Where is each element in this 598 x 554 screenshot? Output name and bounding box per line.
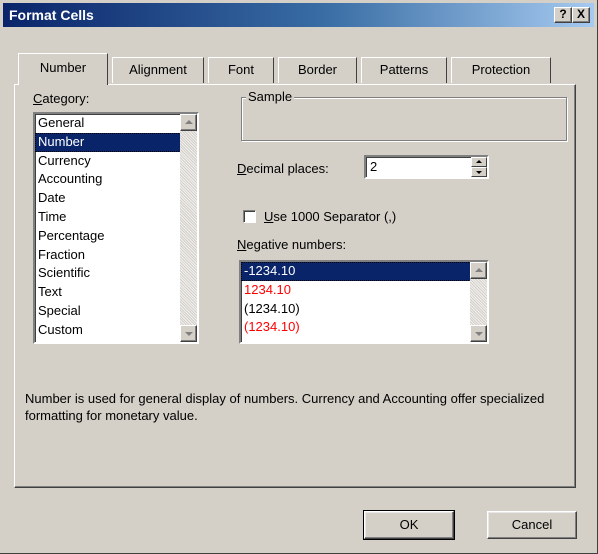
scroll-up-arrow-icon xyxy=(475,268,483,272)
category-item-number[interactable]: Number xyxy=(35,132,197,152)
dialog-title: Format Cells xyxy=(9,7,94,23)
category-label: Category: xyxy=(33,91,90,106)
tab-patterns[interactable]: Patterns xyxy=(361,57,447,83)
category-item-date[interactable]: Date xyxy=(35,189,197,208)
spin-up-arrow-icon xyxy=(476,160,482,163)
tab-border[interactable]: Border xyxy=(278,57,357,83)
number-tab-panel: Category: General Number Currency Accoun… xyxy=(14,84,576,488)
spin-down-button[interactable] xyxy=(471,167,487,177)
use-1000-separator-checkbox[interactable] xyxy=(243,210,256,223)
scroll-down-arrow-icon xyxy=(185,332,193,336)
category-item-scientific[interactable]: Scientific xyxy=(35,264,197,283)
tab-protection[interactable]: Protection xyxy=(451,57,551,83)
negative-numbers-scrollbar[interactable] xyxy=(470,262,487,342)
ok-button[interactable]: OK xyxy=(363,510,455,540)
category-scroll-down-button[interactable] xyxy=(180,325,197,342)
category-item-special[interactable]: Special xyxy=(35,302,197,321)
category-item-text[interactable]: Text xyxy=(35,283,197,302)
sample-groupbox: Sample xyxy=(241,89,567,141)
decimal-places-spinner[interactable]: 2 xyxy=(364,155,489,179)
tab-alignment[interactable]: Alignment xyxy=(112,57,204,83)
category-item-accounting[interactable]: Accounting xyxy=(35,170,197,189)
cancel-button[interactable]: Cancel xyxy=(487,511,577,539)
negative-item-minus[interactable]: -1234.10 xyxy=(241,262,487,281)
negative-scroll-up-button[interactable] xyxy=(470,262,487,279)
decimal-places-label: Decimal places: xyxy=(237,161,329,176)
decimal-places-value[interactable]: 2 xyxy=(370,159,377,174)
title-bar[interactable]: Format Cells ? X xyxy=(3,3,594,27)
scroll-down-arrow-icon xyxy=(475,332,483,336)
tab-number[interactable]: Number xyxy=(18,53,108,85)
category-item-general[interactable]: General xyxy=(35,114,197,133)
sample-title: Sample xyxy=(246,89,295,104)
negative-item-red[interactable]: 1234.10 xyxy=(241,281,487,300)
category-description: Number is used for general display of nu… xyxy=(25,391,545,423)
help-button[interactable]: ? xyxy=(554,7,572,23)
category-scrollbar[interactable] xyxy=(180,114,197,342)
use-1000-separator-label[interactable]: Use 1000 Separator (,) xyxy=(264,209,396,224)
category-item-fraction[interactable]: Fraction xyxy=(35,246,197,265)
category-items: General Number Currency Accounting Date … xyxy=(35,114,197,340)
category-listbox[interactable]: General Number Currency Accounting Date … xyxy=(33,112,199,344)
negative-item-parens[interactable]: (1234.10) xyxy=(241,300,487,319)
negative-scroll-down-button[interactable] xyxy=(470,325,487,342)
category-scroll-up-button[interactable] xyxy=(180,114,197,131)
negative-number-items: -1234.10 1234.10 (1234.10) (1234.10) xyxy=(241,262,487,337)
tab-font[interactable]: Font xyxy=(208,57,274,83)
negative-numbers-listbox[interactable]: -1234.10 1234.10 (1234.10) (1234.10) xyxy=(239,260,489,344)
spin-up-button[interactable] xyxy=(471,157,487,167)
spin-buttons xyxy=(471,157,487,177)
category-item-time[interactable]: Time xyxy=(35,208,197,227)
format-cells-dialog: Format Cells ? X Number Alignment Font B… xyxy=(0,0,598,554)
category-item-currency[interactable]: Currency xyxy=(35,152,197,171)
scroll-up-arrow-icon xyxy=(185,120,193,124)
category-item-percentage[interactable]: Percentage xyxy=(35,227,197,246)
negative-item-red-parens[interactable]: (1234.10) xyxy=(241,318,487,337)
category-item-custom[interactable]: Custom xyxy=(35,321,197,340)
close-button[interactable]: X xyxy=(572,7,590,23)
spin-down-arrow-icon xyxy=(476,171,482,174)
negative-numbers-label: Negative numbers: xyxy=(237,237,347,252)
